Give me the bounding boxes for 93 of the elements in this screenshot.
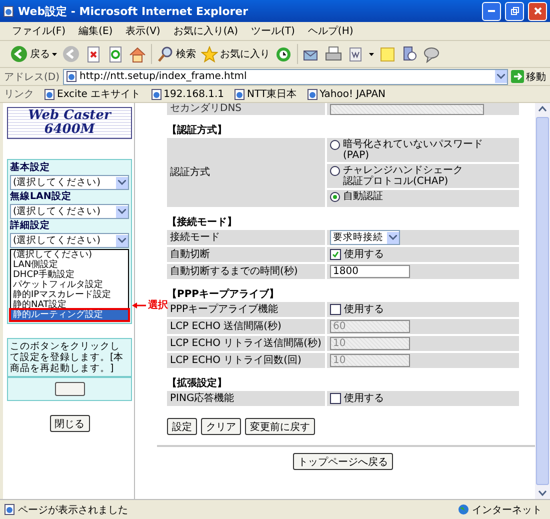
row-label: 自動切断するまでの時間(秒) (167, 264, 325, 279)
link-item[interactable]: 192.168.1.1 (150, 88, 224, 100)
group-label: 詳細設定 (10, 220, 51, 232)
section-title: 【拡張設定】 (167, 378, 228, 389)
form-button[interactable]: 変更前に戻す (245, 418, 315, 435)
check-icon (332, 251, 339, 258)
page-icon (44, 88, 55, 100)
minimize-button[interactable] (482, 2, 501, 20)
row-label: PPPキープアライブ機能 (167, 302, 325, 317)
option-text: 認証プロトコル(CHAP) (343, 177, 450, 187)
stop-icon[interactable] (85, 46, 102, 62)
close-page-button[interactable]: 閉じる (50, 415, 90, 432)
dropdown-option[interactable]: 静的IPマスカレード設定 (11, 290, 128, 300)
link-item[interactable]: Yahoo! JAPAN (306, 88, 386, 100)
address-label: アドレス(D) (4, 70, 60, 84)
logo: Web Caster 6400M (7, 107, 132, 139)
zone-text: インターネット (458, 502, 542, 516)
home-icon[interactable] (129, 46, 146, 62)
star-icon[interactable] (201, 46, 218, 62)
page-icon (234, 88, 246, 100)
dropdown-option[interactable]: 静的ルーティング設定 (11, 310, 128, 320)
history-icon[interactable] (275, 46, 292, 62)
links-label: リンク (4, 88, 34, 101)
row-label: 自動切断 (167, 247, 325, 262)
address-field[interactable]: http://ntt.setup/index_frame.html (62, 68, 508, 84)
close-icon[interactable] (534, 7, 542, 15)
note-text: このボタンをクリックして設定を登録します。[本商品を再起動します。] (7, 338, 132, 377)
status-text: ページが表示されました (4, 502, 128, 516)
dropdown-option[interactable]: LAN側設定 (11, 260, 128, 270)
section-title: 【PPPキープアライブ】 (167, 289, 280, 300)
dropdown-option[interactable]: DHCP手動設定 (11, 270, 128, 280)
group-label: 無線LAN設定 (10, 191, 72, 203)
window-title: Web設定 - Microsoft Internet Explorer (18, 4, 250, 18)
page-icon (66, 71, 77, 82)
caret-icon[interactable] (369, 52, 374, 56)
row-label: PING応答機能 (167, 391, 325, 406)
close-button[interactable] (528, 2, 547, 20)
menu-item[interactable]: ツール(T) (251, 24, 295, 38)
option-text: チャレンジハンドシェーク (343, 166, 463, 176)
option-text: 自動認証 (343, 192, 383, 202)
form-button[interactable]: 設定 (167, 418, 197, 435)
globe-icon (458, 504, 469, 515)
form-button[interactable]: クリア (201, 418, 241, 435)
caret-icon[interactable] (52, 52, 57, 56)
link-item[interactable]: Excite エキサイト (44, 87, 141, 101)
search-button[interactable]: 検索 (157, 46, 196, 62)
back-button[interactable]: 戻る (10, 45, 57, 63)
row-label: 接続モード (167, 230, 325, 245)
dropdown-list[interactable]: (選択してください) LAN側設定 DHCP手動設定 パケットフィルタ設定 静的IPマスカレード設定 静的NAT設定 静的ルーティング設定 (10, 249, 129, 321)
dropdown[interactable]: (選択してください) (10, 233, 129, 248)
go-button[interactable]: 移動 (511, 70, 546, 84)
row-label: LCP ECHO リトライ回数(回) (167, 353, 325, 368)
dropdown-option[interactable]: パケットフィルタ設定 (11, 280, 128, 290)
menu-item[interactable]: 編集(E) (78, 24, 113, 38)
chat-icon[interactable] (423, 46, 440, 62)
refresh-icon[interactable] (107, 46, 124, 62)
dropdown-option[interactable]: (選択してください) (11, 250, 128, 260)
dropdown[interactable]: (選択してください) (10, 204, 129, 219)
row-label: セカンダリDNS (167, 103, 325, 115)
page-icon (3, 6, 14, 16)
printer-icon[interactable] (325, 46, 342, 62)
menu-item[interactable]: ヘルプ(H) (308, 24, 354, 38)
section-title: 【認証方式】 (167, 125, 228, 136)
annotation-text: 選択 (148, 298, 168, 312)
row-label: LCP ECHO 送信間隔(秒) (167, 319, 325, 334)
search-icon[interactable] (157, 46, 174, 62)
menu-item[interactable]: 表示(V) (126, 24, 160, 38)
dropdown[interactable]: 要求時接続 (330, 230, 400, 245)
input-field[interactable]: 1800 (330, 265, 410, 278)
menu-item[interactable]: ファイル(F) (12, 24, 66, 38)
dropdown[interactable]: (選択してください) (10, 175, 129, 190)
row-label: LCP ECHO リトライ送信間隔(秒) (167, 336, 325, 351)
restore-icon[interactable] (510, 7, 518, 15)
group-label: 基本設定 (10, 162, 51, 174)
row-label: 認証方式 (167, 138, 325, 207)
page-icon (150, 88, 162, 100)
section-title: 【接続モード】 (167, 217, 238, 228)
go-arrow-icon[interactable] (511, 70, 524, 83)
option-text: (PAP) (343, 151, 370, 161)
document-icon[interactable] (347, 46, 364, 62)
page-icon (4, 504, 15, 515)
restore-button[interactable] (505, 2, 524, 20)
dropdown-option[interactable]: 静的NAT設定 (11, 300, 128, 310)
radio-option[interactable]: 自動認証 (330, 192, 383, 202)
menu-item[interactable]: お気に入り(A) (173, 24, 238, 38)
arrow-icon (132, 302, 146, 308)
page-icon (306, 88, 318, 100)
option-text: 暗号化されていないパスワード (343, 140, 483, 150)
link-item[interactable]: NTT東日本 (234, 87, 297, 101)
submit-button[interactable] (54, 382, 84, 396)
favorites-button[interactable]: お気に入り (201, 46, 270, 62)
top-page-button[interactable]: トップページへ戻る (293, 453, 393, 470)
scrollbar[interactable] (535, 103, 550, 499)
